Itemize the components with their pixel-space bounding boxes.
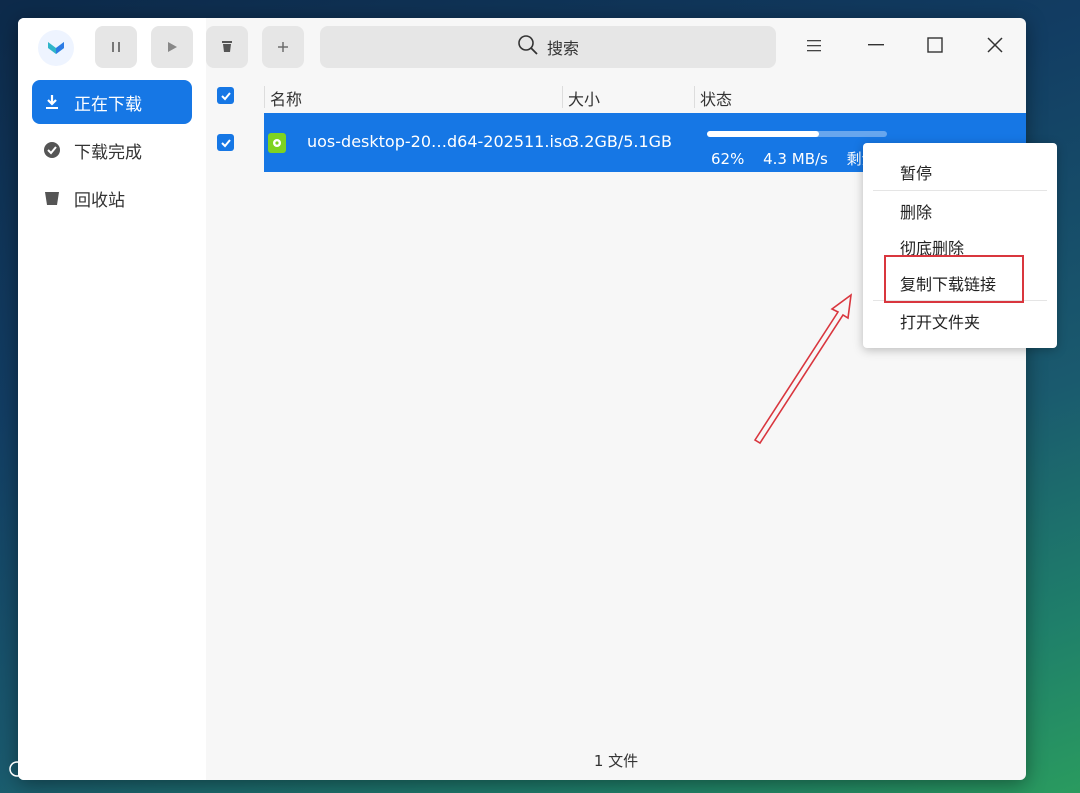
progress-bar xyxy=(707,131,887,137)
close-icon xyxy=(987,37,1003,57)
status-bar-file-count: 1 文件 xyxy=(593,752,639,770)
sidebar-item-label: 正在下载 xyxy=(74,94,142,115)
watermark-text: 大数跨境 xyxy=(53,762,126,783)
column-divider xyxy=(694,86,695,108)
play-icon xyxy=(166,38,178,57)
menu-item-pause[interactable]: 暂停 xyxy=(900,160,932,184)
delete-icon xyxy=(221,38,233,57)
column-divider xyxy=(264,86,265,108)
sidebar-item-completed[interactable]: 下载完成 xyxy=(32,128,192,172)
pause-button[interactable] xyxy=(95,26,137,68)
pause-icon xyxy=(110,38,122,57)
minimize-icon xyxy=(868,37,884,57)
file-name: uos-desktop-20…d64-202511.iso xyxy=(307,132,573,151)
download-manager-window: 正在下载 下载完成 回收站 搜索 名称 大小 状态 uos-desktop-20… xyxy=(18,18,1026,780)
sidebar: 正在下载 下载完成 回收站 xyxy=(18,18,206,780)
table-header: 名称 大小 状态 xyxy=(206,80,1026,114)
menu-item-open-folder[interactable]: 打开文件夹 xyxy=(900,309,980,333)
menu-divider xyxy=(873,190,1047,191)
start-button[interactable] xyxy=(151,26,193,68)
minimize-button[interactable] xyxy=(861,32,891,62)
column-header-status[interactable]: 状态 xyxy=(700,86,732,110)
select-all-checkbox[interactable] xyxy=(217,87,234,104)
sidebar-item-recycle-bin[interactable]: 回收站 xyxy=(32,176,192,220)
search-input[interactable]: 搜索 xyxy=(320,26,776,68)
menu-button[interactable] xyxy=(799,32,829,62)
column-header-size[interactable]: 大小 xyxy=(568,86,600,110)
progress-bar-fill xyxy=(707,131,819,137)
maximize-button[interactable] xyxy=(920,32,950,62)
column-header-name[interactable]: 名称 xyxy=(270,86,302,110)
sidebar-item-label: 下载完成 xyxy=(74,142,142,163)
sidebar-item-label: 回收站 xyxy=(74,190,125,211)
download-percent: 62% xyxy=(711,150,745,168)
hamburger-menu-icon xyxy=(806,38,822,57)
sidebar-item-downloading[interactable]: 正在下载 xyxy=(32,80,192,124)
search-placeholder: 搜索 xyxy=(546,39,579,58)
download-speed: 4.3 MB/s xyxy=(763,150,828,168)
iso-file-icon xyxy=(268,133,286,153)
app-logo xyxy=(38,30,74,66)
search-icon xyxy=(517,34,547,60)
column-divider xyxy=(562,86,563,108)
delete-button[interactable] xyxy=(206,26,248,68)
check-circle-icon xyxy=(42,140,62,160)
plus-icon xyxy=(277,38,289,57)
context-menu: 暂停 删除 彻底删除 复制下载链接 打开文件夹 xyxy=(863,143,1057,348)
watermark-logo-icon xyxy=(8,761,54,783)
row-checkbox[interactable] xyxy=(217,134,234,151)
close-button[interactable] xyxy=(980,32,1010,62)
menu-item-delete[interactable]: 删除 xyxy=(900,199,932,223)
download-icon xyxy=(42,92,62,112)
highlight-box-annotation xyxy=(884,255,1024,303)
maximize-icon xyxy=(927,37,943,57)
trash-bin-icon xyxy=(42,188,62,208)
add-button[interactable] xyxy=(262,26,304,68)
file-size: 3.2GB/5.1GB xyxy=(569,132,673,151)
watermark: 大数跨境 xyxy=(8,758,126,784)
